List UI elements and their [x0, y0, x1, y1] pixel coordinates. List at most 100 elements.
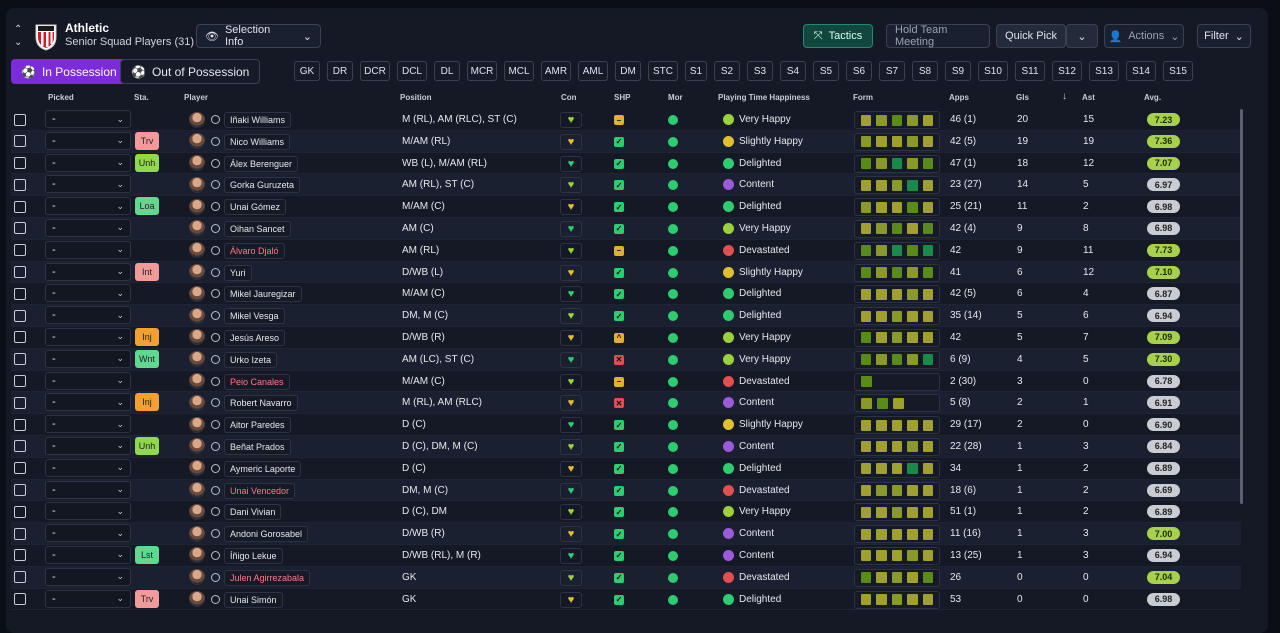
status-badge[interactable]: Unh: [135, 153, 159, 172]
row-checkbox[interactable]: [14, 440, 26, 453]
player-info-icon[interactable]: [211, 180, 220, 190]
row-checkbox[interactable]: [14, 113, 26, 126]
position-chip-dr[interactable]: DR: [327, 61, 353, 81]
table-row[interactable]: - ⌄ Inj Robert Navarro M (RL), AM (RLC) ♥ ✕ Con…: [11, 392, 1241, 415]
quick-pick-button[interactable]: Quick Pick: [996, 24, 1066, 48]
row-checkbox[interactable]: [14, 353, 26, 366]
status-badge[interactable]: Trv: [135, 131, 159, 150]
position-chip-amr[interactable]: AMR: [541, 61, 571, 81]
hold-team-meeting-button[interactable]: Hold Team Meeting: [886, 24, 990, 48]
col-mor[interactable]: Mor: [668, 93, 683, 102]
status-badge[interactable]: Inj: [135, 327, 159, 346]
picked-dropdown[interactable]: - ⌄: [45, 545, 131, 564]
table-row[interactable]: - ⌄ Álvaro Djaló AM (RL) ♥ – Devastated 42 9 11 7.…: [11, 240, 1241, 262]
avatar[interactable]: [189, 591, 205, 608]
row-checkbox[interactable]: [14, 484, 26, 497]
in-possession-tab[interactable]: ⚽ In Possession: [11, 59, 127, 84]
row-checkbox[interactable]: [14, 309, 26, 322]
player-name[interactable]: Íñigo Lekue: [224, 547, 283, 564]
col-avg[interactable]: Avg.: [1144, 93, 1161, 102]
out-of-possession-tab[interactable]: ⚽ Out of Possession: [120, 59, 261, 84]
player-info-icon[interactable]: [211, 354, 220, 364]
position-chip-s14[interactable]: S14: [1126, 61, 1156, 81]
avatar[interactable]: [189, 111, 205, 128]
status-badge[interactable]: Int: [135, 262, 159, 281]
position-chip-s12[interactable]: S12: [1052, 61, 1082, 81]
table-row[interactable]: - ⌄ Inj Jesús Areso D/WB (R) ♥ ^ Very Happy 42 5 7…: [11, 327, 1241, 349]
avatar[interactable]: [189, 438, 205, 455]
row-checkbox[interactable]: [14, 200, 26, 213]
player-info-icon[interactable]: [211, 202, 220, 212]
col-con[interactable]: Con: [561, 93, 577, 102]
status-badge[interactable]: Lst: [135, 545, 159, 564]
row-checkbox[interactable]: [14, 244, 26, 257]
position-chip-s10[interactable]: S10: [978, 61, 1008, 81]
player-info-icon[interactable]: [211, 223, 220, 233]
table-row[interactable]: - ⌄ Aitor Paredes D (C) ♥ ✓ Slightly Happy 29 (…: [11, 414, 1241, 436]
avatar[interactable]: [189, 460, 205, 477]
position-chip-s3[interactable]: S3: [747, 61, 773, 81]
team-name[interactable]: Athletic: [65, 21, 109, 35]
player-info-icon[interactable]: [211, 463, 220, 473]
player-info-icon[interactable]: [211, 594, 220, 604]
row-checkbox[interactable]: [14, 593, 26, 606]
table-row[interactable]: - ⌄ Int Yuri D/WB (L) ♥ ✓ Slightly Happy 41 6 12 7.…: [11, 261, 1241, 284]
avatar[interactable]: [189, 416, 205, 433]
row-checkbox[interactable]: [14, 135, 26, 148]
position-chip-aml[interactable]: AML: [578, 61, 608, 81]
position-chip-dcr[interactable]: DCR: [360, 61, 390, 81]
sort-down-icon[interactable]: ↓: [1062, 91, 1067, 102]
picked-dropdown[interactable]: - ⌄: [45, 110, 131, 128]
player-info-icon[interactable]: [211, 398, 220, 408]
player-name[interactable]: Robert Navarro: [224, 395, 298, 412]
player-name[interactable]: Unai Simón: [224, 591, 283, 608]
position-chip-s7[interactable]: S7: [879, 61, 905, 81]
table-row[interactable]: - ⌄ Iñaki Williams M (RL), AM (RLC), ST (C)…: [11, 109, 1241, 131]
position-chip-stc[interactable]: STC: [648, 61, 678, 81]
player-info-icon[interactable]: [211, 507, 220, 517]
position-chip-s4[interactable]: S4: [780, 61, 806, 81]
player-info-icon[interactable]: [211, 441, 220, 451]
status-badge[interactable]: Trv: [135, 589, 159, 608]
picked-dropdown[interactable]: - ⌄: [45, 218, 131, 237]
avatar[interactable]: [189, 394, 205, 411]
picked-dropdown[interactable]: - ⌄: [45, 327, 131, 346]
avatar[interactable]: [189, 569, 205, 586]
player-info-icon[interactable]: [211, 311, 220, 321]
table-row[interactable]: - ⌄ Unh Beñat Prados D (C), DM, M (C) ♥ ✓ Conte…: [11, 435, 1241, 458]
squad-view-label[interactable]: Senior Squad Players (31): [65, 36, 194, 48]
avatar[interactable]: [189, 329, 205, 346]
player-name[interactable]: Gorka Guruzeta: [224, 177, 301, 194]
player-name[interactable]: Julen Agirrezabala: [224, 569, 311, 586]
row-checkbox[interactable]: [14, 266, 26, 279]
player-info-icon[interactable]: [211, 420, 220, 430]
player-info-icon[interactable]: [211, 332, 220, 342]
row-checkbox[interactable]: [14, 287, 26, 300]
col-picked[interactable]: Picked: [48, 93, 74, 102]
picked-dropdown[interactable]: - ⌄: [45, 284, 131, 303]
player-name[interactable]: Peio Canales: [224, 373, 290, 390]
status-badge[interactable]: Unh: [135, 436, 159, 455]
player-name[interactable]: Yuri: [224, 264, 252, 281]
picked-dropdown[interactable]: - ⌄: [45, 371, 131, 390]
tactics-button[interactable]: ⤧ Tactics: [803, 24, 873, 48]
row-checkbox[interactable]: [14, 157, 26, 170]
position-chip-s2[interactable]: S2: [714, 61, 740, 81]
player-name[interactable]: Mikel Vesga: [224, 308, 285, 325]
selection-info-button[interactable]: 👁 Selection Info ⌄: [196, 24, 321, 48]
position-chip-s8[interactable]: S8: [912, 61, 938, 81]
row-checkbox[interactable]: [14, 505, 26, 518]
player-name[interactable]: Beñat Prados: [224, 438, 291, 455]
player-info-icon[interactable]: [211, 550, 220, 560]
col-position[interactable]: Position: [400, 93, 432, 102]
player-info-icon[interactable]: [211, 376, 220, 386]
row-checkbox[interactable]: [14, 549, 26, 562]
player-info-icon[interactable]: [211, 572, 220, 582]
picked-dropdown[interactable]: - ⌄: [45, 436, 131, 455]
row-checkbox[interactable]: [14, 396, 26, 409]
status-badge[interactable]: Wnt: [135, 349, 159, 368]
row-checkbox[interactable]: [14, 527, 26, 540]
player-name[interactable]: Aitor Paredes: [224, 417, 291, 434]
avatar[interactable]: [189, 242, 205, 259]
picked-dropdown[interactable]: - ⌄: [45, 393, 131, 412]
